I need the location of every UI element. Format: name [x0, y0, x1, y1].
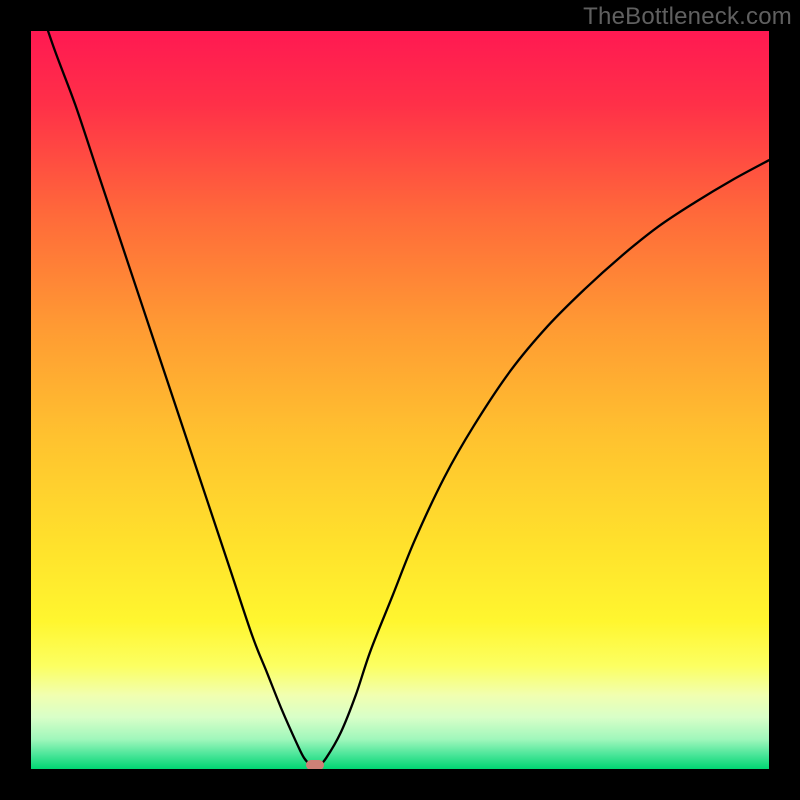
bottleneck-curve	[31, 31, 769, 769]
plot-area	[31, 31, 769, 769]
chart-frame: TheBottleneck.com	[0, 0, 800, 800]
watermark-text: TheBottleneck.com	[583, 3, 792, 31]
sweet-spot-marker	[306, 760, 324, 769]
